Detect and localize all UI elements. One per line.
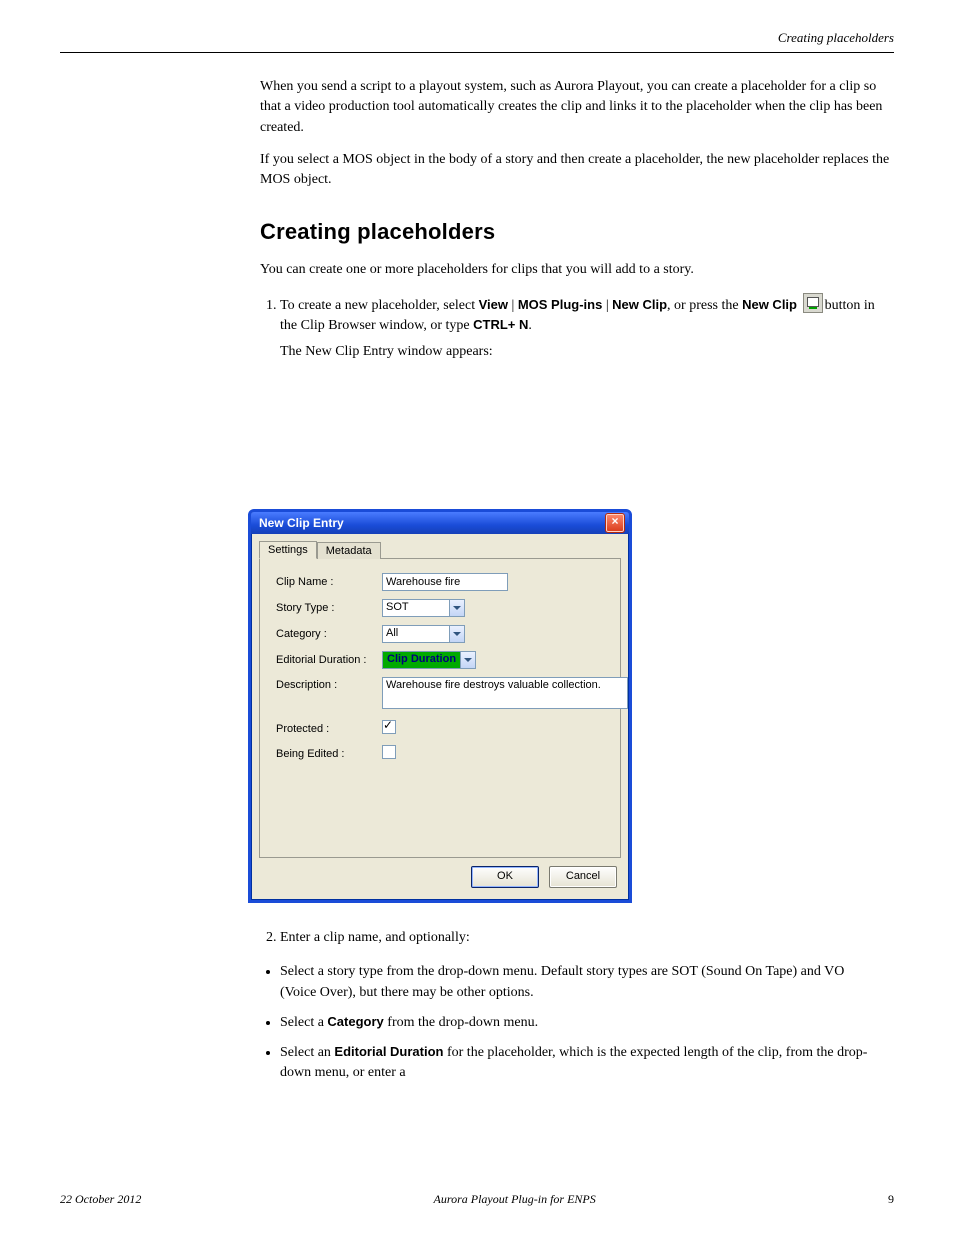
dialog-new-clip-entry: New Clip Entry × Settings Metadata Clip … bbox=[248, 509, 632, 903]
label-clip-name: Clip Name : bbox=[276, 576, 376, 588]
story-type-select[interactable]: SOT bbox=[382, 599, 465, 617]
top-rule bbox=[60, 52, 894, 53]
label-being-edited: Being Edited : bbox=[276, 748, 376, 760]
footer-page: 9 bbox=[888, 1192, 894, 1207]
body-text: When you send a script to a playout syst… bbox=[260, 77, 894, 363]
chevron-down-icon[interactable] bbox=[449, 600, 464, 616]
dialog-tabs: Settings Metadata bbox=[259, 540, 621, 558]
option-ed-bold: Editorial Duration bbox=[334, 1044, 443, 1059]
page-footer: 22 October 2012 Aurora Playout Plug-in f… bbox=[60, 1192, 894, 1207]
tab-settings[interactable]: Settings bbox=[259, 541, 317, 559]
steps-list: To create a new placeholder, select View… bbox=[280, 293, 894, 363]
clip-name-input[interactable] bbox=[382, 573, 508, 591]
option-category-bold: Category bbox=[327, 1014, 383, 1029]
shortcut-key: CTRL+ N bbox=[473, 317, 528, 332]
step-1-text-a: To create a new placeholder, select bbox=[280, 298, 479, 313]
step-2: Enter a clip name, and optionally: bbox=[280, 928, 880, 948]
footer-date: 22 October 2012 bbox=[60, 1192, 141, 1207]
protected-checkbox[interactable] bbox=[382, 720, 396, 734]
section-heading: Creating placeholders bbox=[260, 216, 894, 248]
label-protected: Protected : bbox=[276, 723, 376, 735]
editorial-duration-select[interactable]: Clip Duration bbox=[382, 651, 476, 669]
label-story-type: Story Type : bbox=[276, 602, 376, 614]
option-category: Select a Category from the drop-down men… bbox=[280, 1013, 880, 1033]
tab-metadata[interactable]: Metadata bbox=[317, 542, 381, 559]
category-select[interactable]: All bbox=[382, 625, 465, 643]
running-head: Creating placeholders bbox=[60, 30, 894, 46]
label-description: Description : bbox=[276, 677, 376, 691]
intro-paragraph-1: When you send a script to a playout syst… bbox=[260, 77, 894, 138]
footer-doc: Aurora Playout Plug-in for ENPS bbox=[434, 1192, 596, 1207]
step-1-text-g: . bbox=[528, 318, 532, 333]
label-category: Category : bbox=[276, 628, 376, 640]
option-ed-a: Select an bbox=[280, 1045, 334, 1060]
close-icon[interactable]: × bbox=[605, 513, 625, 533]
option-category-a: Select a bbox=[280, 1015, 327, 1030]
tab-pane-settings: Clip Name : Story Type : SOT Category : … bbox=[259, 558, 621, 858]
step-1-text-d: , or press the bbox=[667, 298, 742, 313]
options-list: Select a story type from the drop-down m… bbox=[280, 962, 880, 1083]
ok-button[interactable]: OK bbox=[471, 866, 539, 888]
editorial-duration-value: Clip Duration bbox=[383, 652, 460, 668]
step-1-sep-1: | bbox=[508, 298, 518, 313]
after-dialog: Enter a clip name, and optionally: Selec… bbox=[260, 928, 880, 1098]
option-story-type: Select a story type from the drop-down m… bbox=[280, 962, 880, 1003]
new-clip-icon bbox=[803, 293, 823, 313]
description-input[interactable] bbox=[382, 677, 628, 709]
intro-paragraph-2: If you select a MOS object in the body o… bbox=[260, 150, 894, 191]
section-lead: You can create one or more placeholders … bbox=[260, 260, 894, 280]
cancel-button[interactable]: Cancel bbox=[549, 866, 617, 888]
dialog-button-row: OK Cancel bbox=[259, 858, 621, 892]
menu-newclip: New Clip bbox=[612, 297, 667, 312]
menu-mos: MOS Plug-ins bbox=[518, 297, 603, 312]
option-category-b: from the drop-down menu. bbox=[384, 1015, 538, 1030]
step-1-sub: The New Clip Entry window appears: bbox=[280, 342, 894, 362]
label-editorial-duration: Editorial Duration : bbox=[276, 654, 376, 666]
being-edited-checkbox[interactable] bbox=[382, 745, 396, 759]
chevron-down-icon[interactable] bbox=[449, 626, 464, 642]
step-1: To create a new placeholder, select View… bbox=[280, 293, 894, 363]
story-type-value: SOT bbox=[383, 600, 449, 616]
btn-name-newclip: New Clip bbox=[742, 297, 801, 312]
category-value: All bbox=[383, 626, 449, 642]
dialog-title: New Clip Entry bbox=[259, 516, 605, 530]
step-1-sep-2: | bbox=[602, 298, 612, 313]
option-editorial-duration: Select an Editorial Duration for the pla… bbox=[280, 1043, 880, 1084]
dialog-titlebar[interactable]: New Clip Entry × bbox=[251, 512, 629, 534]
steps-list-continued: Enter a clip name, and optionally: bbox=[280, 928, 880, 948]
menu-view: View bbox=[479, 297, 508, 312]
chevron-down-icon[interactable] bbox=[460, 652, 475, 668]
